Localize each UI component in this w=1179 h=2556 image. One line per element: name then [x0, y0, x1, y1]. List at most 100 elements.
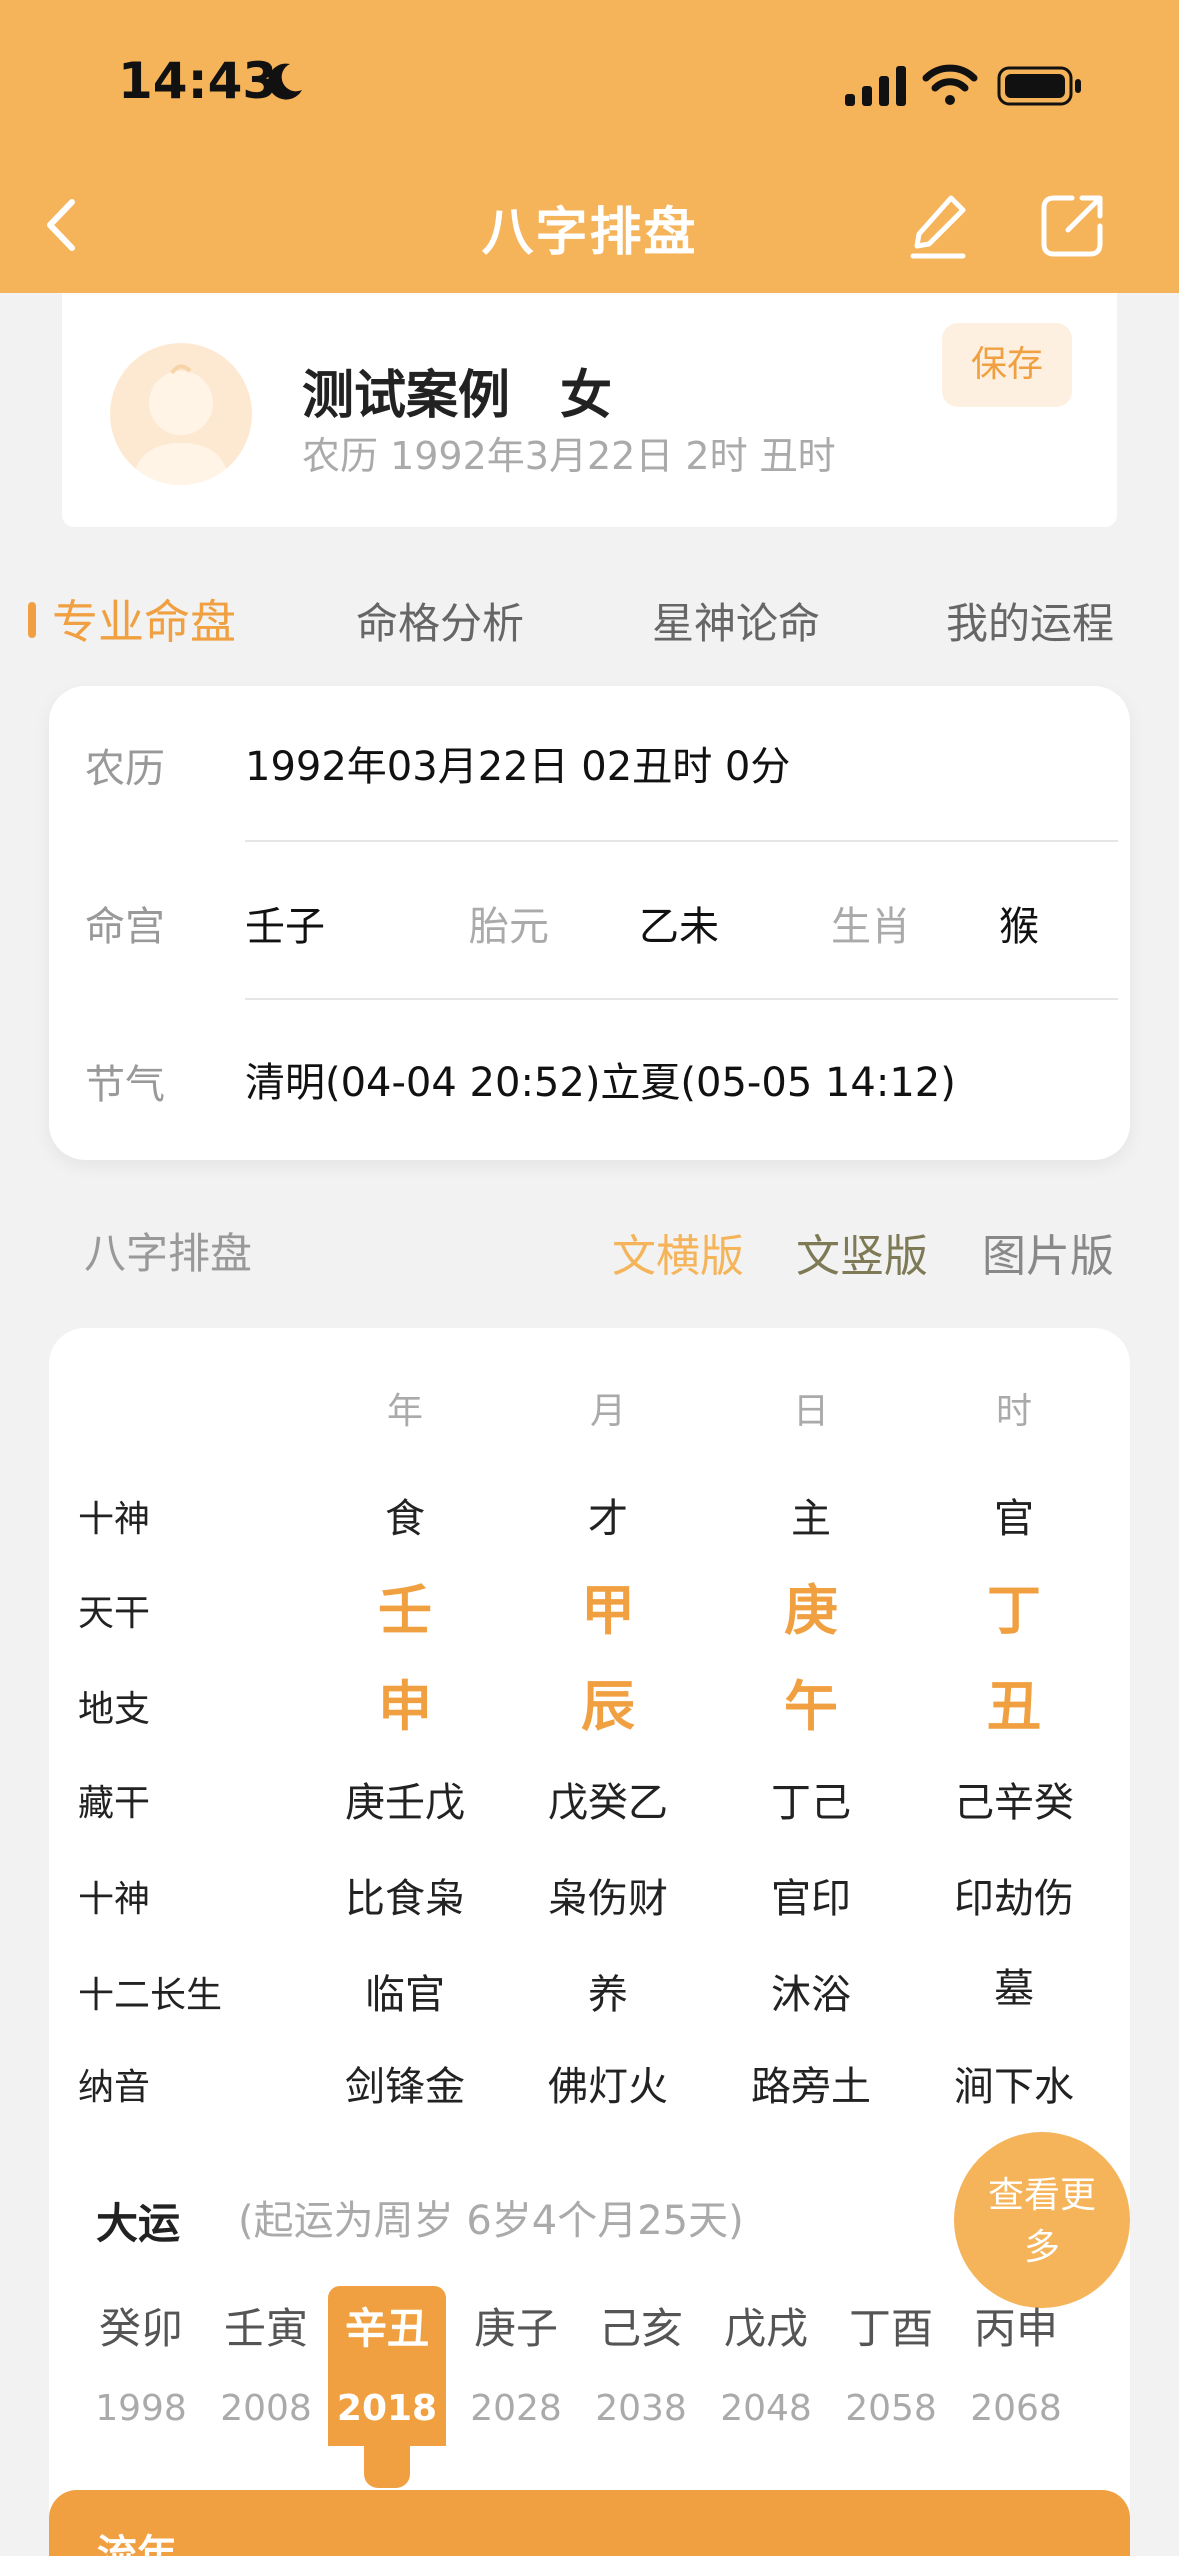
- dayun-year: 2068: [970, 2388, 1062, 2429]
- version-vertical-button[interactable]: 文竖版: [796, 1220, 928, 1284]
- cell-shishen-hidden-day: 官印: [771, 1876, 851, 1922]
- column-year: 年: [386, 1391, 423, 1432]
- dayun-item[interactable]: 庚子 2028: [457, 2286, 575, 2446]
- cell-tiangan-day: 庚: [784, 1579, 838, 1642]
- shengxiao-value: 猴: [999, 904, 1039, 950]
- view-more-label-1: 查看更: [987, 2175, 1096, 2216]
- dayun-item[interactable]: 戊戌 2048: [707, 2286, 825, 2446]
- row-label-shishen-hidden: 十神: [78, 1879, 151, 1920]
- cell-tiangan-month: 甲: [581, 1579, 635, 1642]
- cell-canggan-month: 戊癸乙: [548, 1780, 668, 1826]
- shengxiao-label: 生肖: [831, 904, 911, 950]
- wifi-icon: [922, 64, 978, 105]
- tab-bar: 专业命盘 命格分析 星神论命 我的运程: [0, 580, 1179, 660]
- liunian-bar[interactable]: 流年: [49, 2490, 1130, 2556]
- status-time: 14:43: [118, 52, 278, 110]
- cell-tiangan-year: 壬: [378, 1579, 432, 1642]
- minggong-value: 壬子: [245, 904, 325, 950]
- avatar-person-icon: [132, 364, 230, 485]
- jieqi-label: 节气: [85, 1062, 165, 1108]
- info-row-minggong: 命宫 壬子 胎元 乙未 生肖 猴: [49, 844, 1130, 1000]
- tab-professional-chart[interactable]: 专业命盘: [52, 586, 236, 652]
- edit-icon[interactable]: [905, 192, 971, 260]
- cell-canggan-year: 庚壬戊: [345, 1780, 465, 1826]
- view-more-button[interactable]: 查看更 多: [954, 2132, 1130, 2308]
- dayun-ganzhi: 丙申: [973, 2304, 1058, 2353]
- row-label-shishen: 十神: [78, 1499, 151, 1540]
- dayun-year: 2058: [845, 2388, 937, 2429]
- version-image-button[interactable]: 图片版: [982, 1220, 1114, 1284]
- cell-dizhi-hour: 丑: [987, 1675, 1041, 1738]
- dayun-item[interactable]: 壬寅 2008: [207, 2286, 325, 2446]
- liunian-label: 流年: [97, 2532, 177, 2556]
- cell-shishen-hidden-hour: 印劫伤: [954, 1876, 1074, 1922]
- profile-lunar-date: 农历 1992年3月22日 2时 丑时: [302, 434, 836, 478]
- column-hour: 时: [995, 1391, 1032, 1432]
- avatar: [110, 343, 252, 485]
- profile-name: 测试案例: [302, 366, 511, 426]
- dayun-ganzhi: 辛丑: [344, 2304, 429, 2353]
- divider: [245, 840, 1118, 842]
- row-label-nayin: 纳音: [78, 2067, 151, 2108]
- row-label-tiangan: 天干: [78, 1593, 151, 1634]
- app-header: 14:43 八字排盘: [0, 0, 1179, 293]
- dayun-item[interactable]: 丁酉 2058: [832, 2286, 950, 2446]
- cell-dizhi-month: 辰: [581, 1675, 635, 1738]
- dayun-ganzhi: 丁酉: [848, 2304, 933, 2353]
- dayun-year: 2018: [336, 2388, 438, 2429]
- jieqi-value: 清明(04-04 20:52)立夏(05-05 14:12): [245, 1060, 956, 1106]
- profile-gender: 女: [560, 366, 613, 426]
- active-tab-marker: [28, 602, 36, 638]
- column-day: 日: [792, 1391, 829, 1432]
- section-title: 八字排盘: [84, 1229, 253, 1278]
- view-more-label-2: 多: [1023, 2227, 1060, 2268]
- cell-shishen-day: 主: [791, 1496, 831, 1542]
- version-horizontal-button[interactable]: 文横版: [612, 1220, 744, 1284]
- moon-icon: [268, 63, 302, 100]
- cell-nayin-day: 路旁土: [751, 2064, 871, 2110]
- dayun-item-selected[interactable]: 辛丑 2018: [328, 2286, 446, 2446]
- dayun-year: 2028: [470, 2388, 562, 2429]
- tab-pattern-analysis[interactable]: 命格分析: [356, 590, 524, 651]
- row-label-dizhi: 地支: [78, 1689, 151, 1730]
- cell-shishen-hidden-year: 比食枭: [345, 1876, 465, 1922]
- cell-shishen-hour: 官: [994, 1496, 1034, 1542]
- dayun-item[interactable]: 癸卯 1998: [82, 2286, 200, 2446]
- selected-pointer: [364, 2446, 410, 2488]
- dayun-year: 1998: [95, 2388, 187, 2429]
- cell-changsheng-hour: 墓: [994, 1966, 1034, 2012]
- tab-my-fortune[interactable]: 我的运程: [946, 590, 1114, 651]
- dayun-ganzhi: 己亥: [598, 2304, 683, 2353]
- cell-dizhi-day: 午: [784, 1675, 838, 1738]
- dayun-year: 2048: [720, 2388, 812, 2429]
- minggong-label: 命宫: [85, 904, 165, 950]
- dayun-title: 大运: [96, 2199, 181, 2248]
- cell-changsheng-day: 沐浴: [771, 1972, 851, 2018]
- dayun-year: 2008: [220, 2388, 312, 2429]
- dayun-item[interactable]: 丙申 2068: [957, 2286, 1075, 2446]
- cell-nayin-month: 佛灯火: [548, 2064, 668, 2110]
- dayun-year: 2038: [595, 2388, 687, 2429]
- row-label-changsheng: 十二长生: [78, 1975, 223, 2016]
- save-button[interactable]: 保存: [942, 323, 1072, 407]
- taiyuan-value: 乙未: [639, 904, 719, 950]
- info-card: 农历 1992年03月22日 02丑时 0分 命宫 壬子 胎元 乙未 生肖 猴 …: [49, 686, 1130, 1160]
- battery-icon: [997, 66, 1081, 106]
- cell-tiangan-hour: 丁: [987, 1579, 1041, 1642]
- info-row-jieqi: 节气 清明(04-04 20:52)立夏(05-05 14:12): [49, 1002, 1130, 1158]
- cell-nayin-hour: 涧下水: [954, 2064, 1074, 2110]
- dayun-ganzhi: 戊戌: [723, 2304, 808, 2353]
- dayun-ganzhi: 庚子: [473, 2304, 558, 2353]
- row-label-canggan: 藏干: [78, 1783, 151, 1824]
- cell-shishen-year: 食: [385, 1496, 425, 1542]
- lunar-value: 1992年03月22日 02丑时 0分: [245, 744, 791, 790]
- signal-icon: [845, 66, 906, 106]
- share-icon[interactable]: [1038, 190, 1108, 260]
- dayun-item[interactable]: 己亥 2038: [582, 2286, 700, 2446]
- cell-nayin-year: 剑锋金: [345, 2064, 465, 2110]
- cell-changsheng-month: 养: [588, 1972, 628, 2018]
- cell-shishen-month: 才: [588, 1496, 628, 1542]
- column-month: 月: [589, 1391, 626, 1432]
- divider: [245, 998, 1118, 1000]
- tab-star-analysis[interactable]: 星神论命: [652, 590, 820, 651]
